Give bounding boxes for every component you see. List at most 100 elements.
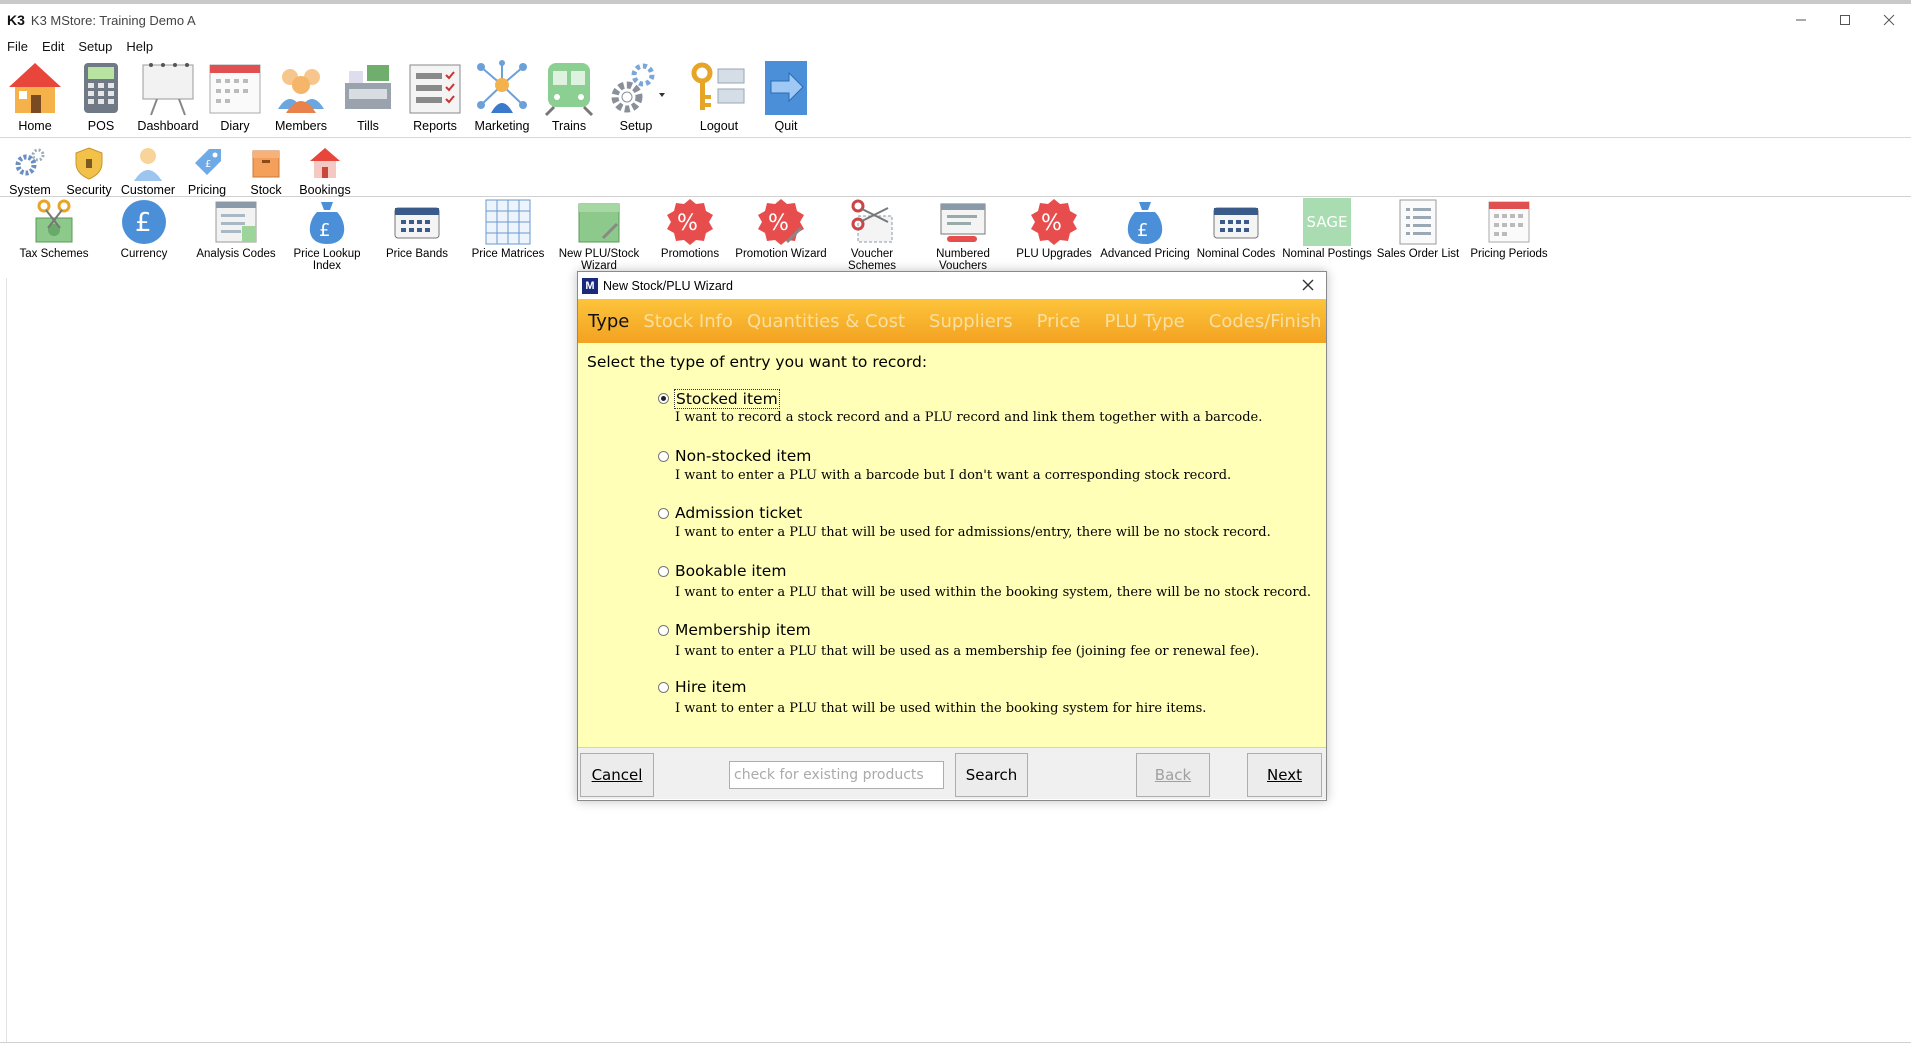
section-bookings[interactable]: Bookings xyxy=(295,145,355,197)
option-title: Membership item xyxy=(675,621,811,639)
wizard-step-codes-finish: Codes/Finish xyxy=(1208,310,1322,332)
tool-promotions[interactable]: % Promotions xyxy=(644,198,736,260)
marketing-network-icon xyxy=(477,60,527,113)
new-stock-plu-wizard-dialog: M New Stock/PLU Wizard Type Stock Info Q… xyxy=(577,271,1327,801)
tool-price-lookup-index[interactable]: £ Price Lookup Index xyxy=(281,198,373,272)
stock-box-icon xyxy=(252,150,280,178)
tool-advanced-pricing[interactable]: £ Advanced Pricing xyxy=(1099,198,1191,260)
quit-arrow-icon xyxy=(765,61,807,115)
menu-setup[interactable]: Setup xyxy=(78,39,112,54)
wizard-step-price: Price xyxy=(1036,310,1081,332)
dialog-close-icon[interactable] xyxy=(1298,275,1318,295)
toolbar-pos[interactable]: POS xyxy=(68,59,134,137)
next-button[interactable]: Next xyxy=(1247,753,1322,797)
svg-text:£: £ xyxy=(135,208,152,238)
cancel-button[interactable]: Cancel xyxy=(580,753,654,797)
toolbar-home[interactable]: Home xyxy=(2,59,68,137)
option-title: Hire item xyxy=(675,678,747,696)
members-people-icon xyxy=(278,69,324,113)
radio-bookable-item[interactable] xyxy=(658,566,669,577)
option-title: Bookable item xyxy=(675,562,787,580)
tool-currency[interactable]: £ Currency xyxy=(98,198,190,260)
price-matrix-grid-icon xyxy=(485,199,531,245)
radio-hire-item[interactable] xyxy=(658,682,669,693)
section-system[interactable]: System xyxy=(0,145,60,197)
wizard-prompt: Select the type of entry you want to rec… xyxy=(587,353,928,371)
section-pricing[interactable]: £ Pricing xyxy=(177,145,237,197)
radio-admission-ticket[interactable] xyxy=(658,508,669,519)
maximize-icon[interactable] xyxy=(1823,4,1867,36)
tool-new-plu-stock-wizard[interactable]: New PLU/Stock Wizard xyxy=(553,198,645,272)
tool-pricing-periods[interactable]: Pricing Periods xyxy=(1463,198,1555,260)
search-existing-products-input[interactable] xyxy=(729,761,944,789)
mstore-logo-icon: M xyxy=(582,277,598,294)
tool-promotion-wizard[interactable]: % Promotion Wizard xyxy=(735,198,827,260)
advanced-pricing-bag-icon: £ xyxy=(1127,202,1163,244)
tool-voucher-schemes[interactable]: Voucher Schemes xyxy=(826,198,918,272)
promotion-wizard-icon: % xyxy=(758,199,804,245)
svg-text:%: % xyxy=(1041,211,1062,236)
close-icon[interactable] xyxy=(1867,4,1911,36)
bookings-house-icon xyxy=(310,148,340,178)
tool-plu-upgrades[interactable]: % PLU Upgrades xyxy=(1008,198,1100,260)
tool-numbered-vouchers[interactable]: Numbered Vouchers xyxy=(917,198,1009,272)
tax-scissors-icon xyxy=(35,199,73,243)
toolbar-logout[interactable]: Logout xyxy=(686,59,752,137)
svg-text:£: £ xyxy=(1137,220,1148,241)
svg-text:%: % xyxy=(768,211,789,236)
section-stock[interactable]: Stock xyxy=(236,145,296,197)
option-title: Admission ticket xyxy=(675,504,803,522)
toolbar-quit[interactable]: Quit xyxy=(753,59,819,137)
tool-tax-schemes[interactable]: Tax Schemes xyxy=(8,198,100,260)
tool-nominal-codes[interactable]: Nominal Codes xyxy=(1190,198,1282,260)
reports-checklist-icon xyxy=(409,64,461,114)
tool-price-bands[interactable]: Price Bands xyxy=(371,198,463,260)
tool-sales-order-list[interactable]: Sales Order List xyxy=(1372,198,1464,260)
voucher-scissors-icon xyxy=(851,199,893,243)
toolbar-reports[interactable]: Reports xyxy=(402,59,468,137)
section-toolbar: System Security Customer £ Pricing Stock… xyxy=(0,141,1911,197)
pos-terminal-icon xyxy=(84,63,118,113)
back-button[interactable]: Back xyxy=(1136,753,1210,797)
option-description: I want to record a stock record and a PL… xyxy=(675,410,1263,425)
search-button[interactable]: Search xyxy=(955,753,1028,797)
numbered-voucher-icon xyxy=(940,203,986,242)
menu-bar: File Edit Setup Help xyxy=(0,36,1911,56)
plu-upgrade-percent-icon: % xyxy=(1031,199,1077,245)
tool-analysis-codes[interactable]: Analysis Codes xyxy=(190,198,282,260)
toolbar-marketing[interactable]: Marketing xyxy=(469,59,535,137)
toolbar-trains[interactable]: Trains xyxy=(536,59,602,137)
system-gears-icon xyxy=(15,148,45,176)
wizard-step-suppliers: Suppliers xyxy=(929,310,1013,332)
wizard-step-type: Type xyxy=(588,310,630,332)
main-toolbar: Home POS Dashboard Diary Members Tills R… xyxy=(0,57,1911,138)
pricing-periods-calendar-icon xyxy=(1488,201,1530,243)
home-icon xyxy=(9,63,61,113)
toolbar-members[interactable]: Members xyxy=(268,59,334,137)
svg-text:%: % xyxy=(677,211,698,236)
option-title: Non-stocked item xyxy=(675,447,812,465)
toolbar-tills[interactable]: Tills xyxy=(335,59,401,137)
section-security[interactable]: Security xyxy=(59,145,119,197)
tool-nominal-postings[interactable]: SAGE Nominal Postings xyxy=(1281,198,1373,260)
dashboard-board-icon xyxy=(142,63,194,116)
minimize-icon[interactable] xyxy=(1779,4,1823,36)
svg-text:£: £ xyxy=(205,159,211,170)
section-customer[interactable]: Customer xyxy=(118,145,178,197)
money-bag-icon: £ xyxy=(309,202,345,244)
toolbar-dashboard[interactable]: Dashboard xyxy=(135,59,201,137)
menu-edit[interactable]: Edit xyxy=(42,39,64,54)
sales-order-list-icon xyxy=(1399,199,1437,245)
train-icon xyxy=(544,63,594,117)
radio-stocked-item[interactable] xyxy=(658,393,669,404)
radio-non-stocked-item[interactable] xyxy=(658,451,669,462)
toolbar-setup[interactable]: Setup xyxy=(603,59,669,137)
wizard-body: Select the type of entry you want to rec… xyxy=(578,343,1326,748)
menu-file[interactable]: File xyxy=(7,39,28,54)
wizard-step-stock-info: Stock Info xyxy=(643,310,733,332)
workspace-border xyxy=(6,278,7,1042)
radio-membership-item[interactable] xyxy=(658,625,669,636)
menu-help[interactable]: Help xyxy=(126,39,153,54)
tool-price-matrices[interactable]: Price Matrices xyxy=(462,198,554,260)
toolbar-diary[interactable]: Diary xyxy=(202,59,268,137)
